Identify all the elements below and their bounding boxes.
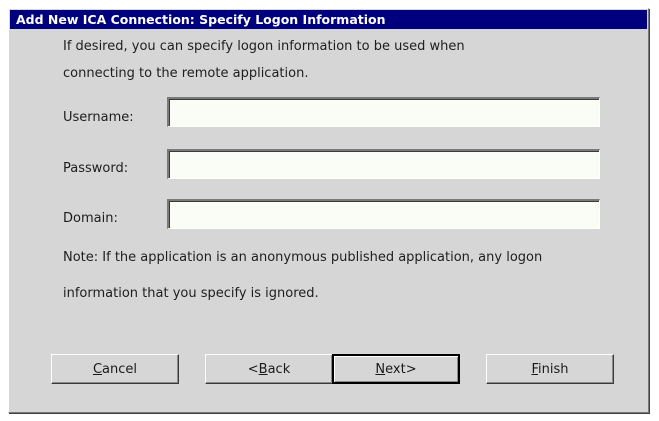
- dialog-title: Add New ICA Connection: Specify Logon In…: [16, 12, 386, 27]
- username-field[interactable]: [167, 97, 600, 127]
- next-button[interactable]: Next>: [332, 354, 460, 384]
- back-button-suffix: ack: [267, 361, 291, 377]
- intro-line-1: If desired, you can specify logon inform…: [63, 39, 465, 54]
- cancel-button-mnemonic: C: [92, 361, 103, 377]
- next-button-suffix: ext>: [385, 361, 417, 377]
- cancel-button[interactable]: Cancel: [51, 354, 179, 384]
- domain-label: Domain:: [63, 211, 118, 226]
- finish-button-suffix: inish: [538, 361, 569, 377]
- title-bar: Add New ICA Connection: Specify Logon In…: [10, 10, 647, 29]
- password-label: Password:: [63, 161, 129, 176]
- back-button[interactable]: <Back: [205, 354, 333, 384]
- cancel-button-suffix: ancel: [102, 361, 138, 377]
- finish-button[interactable]: Finish: [486, 354, 614, 384]
- username-label: Username:: [63, 110, 134, 125]
- note-line-1: Note: If the application is an anonymous…: [63, 250, 543, 265]
- domain-field[interactable]: [167, 199, 600, 229]
- back-button-mnemonic: B: [258, 361, 268, 377]
- back-button-prefix: <: [247, 361, 259, 377]
- password-field[interactable]: [167, 149, 600, 179]
- intro-line-2: connecting to the remote application.: [63, 66, 309, 81]
- next-button-mnemonic: N: [375, 361, 386, 377]
- add-ica-connection-dialog: Add New ICA Connection: Specify Logon In…: [8, 8, 649, 413]
- note-line-2: information that you specify is ignored.: [63, 286, 319, 301]
